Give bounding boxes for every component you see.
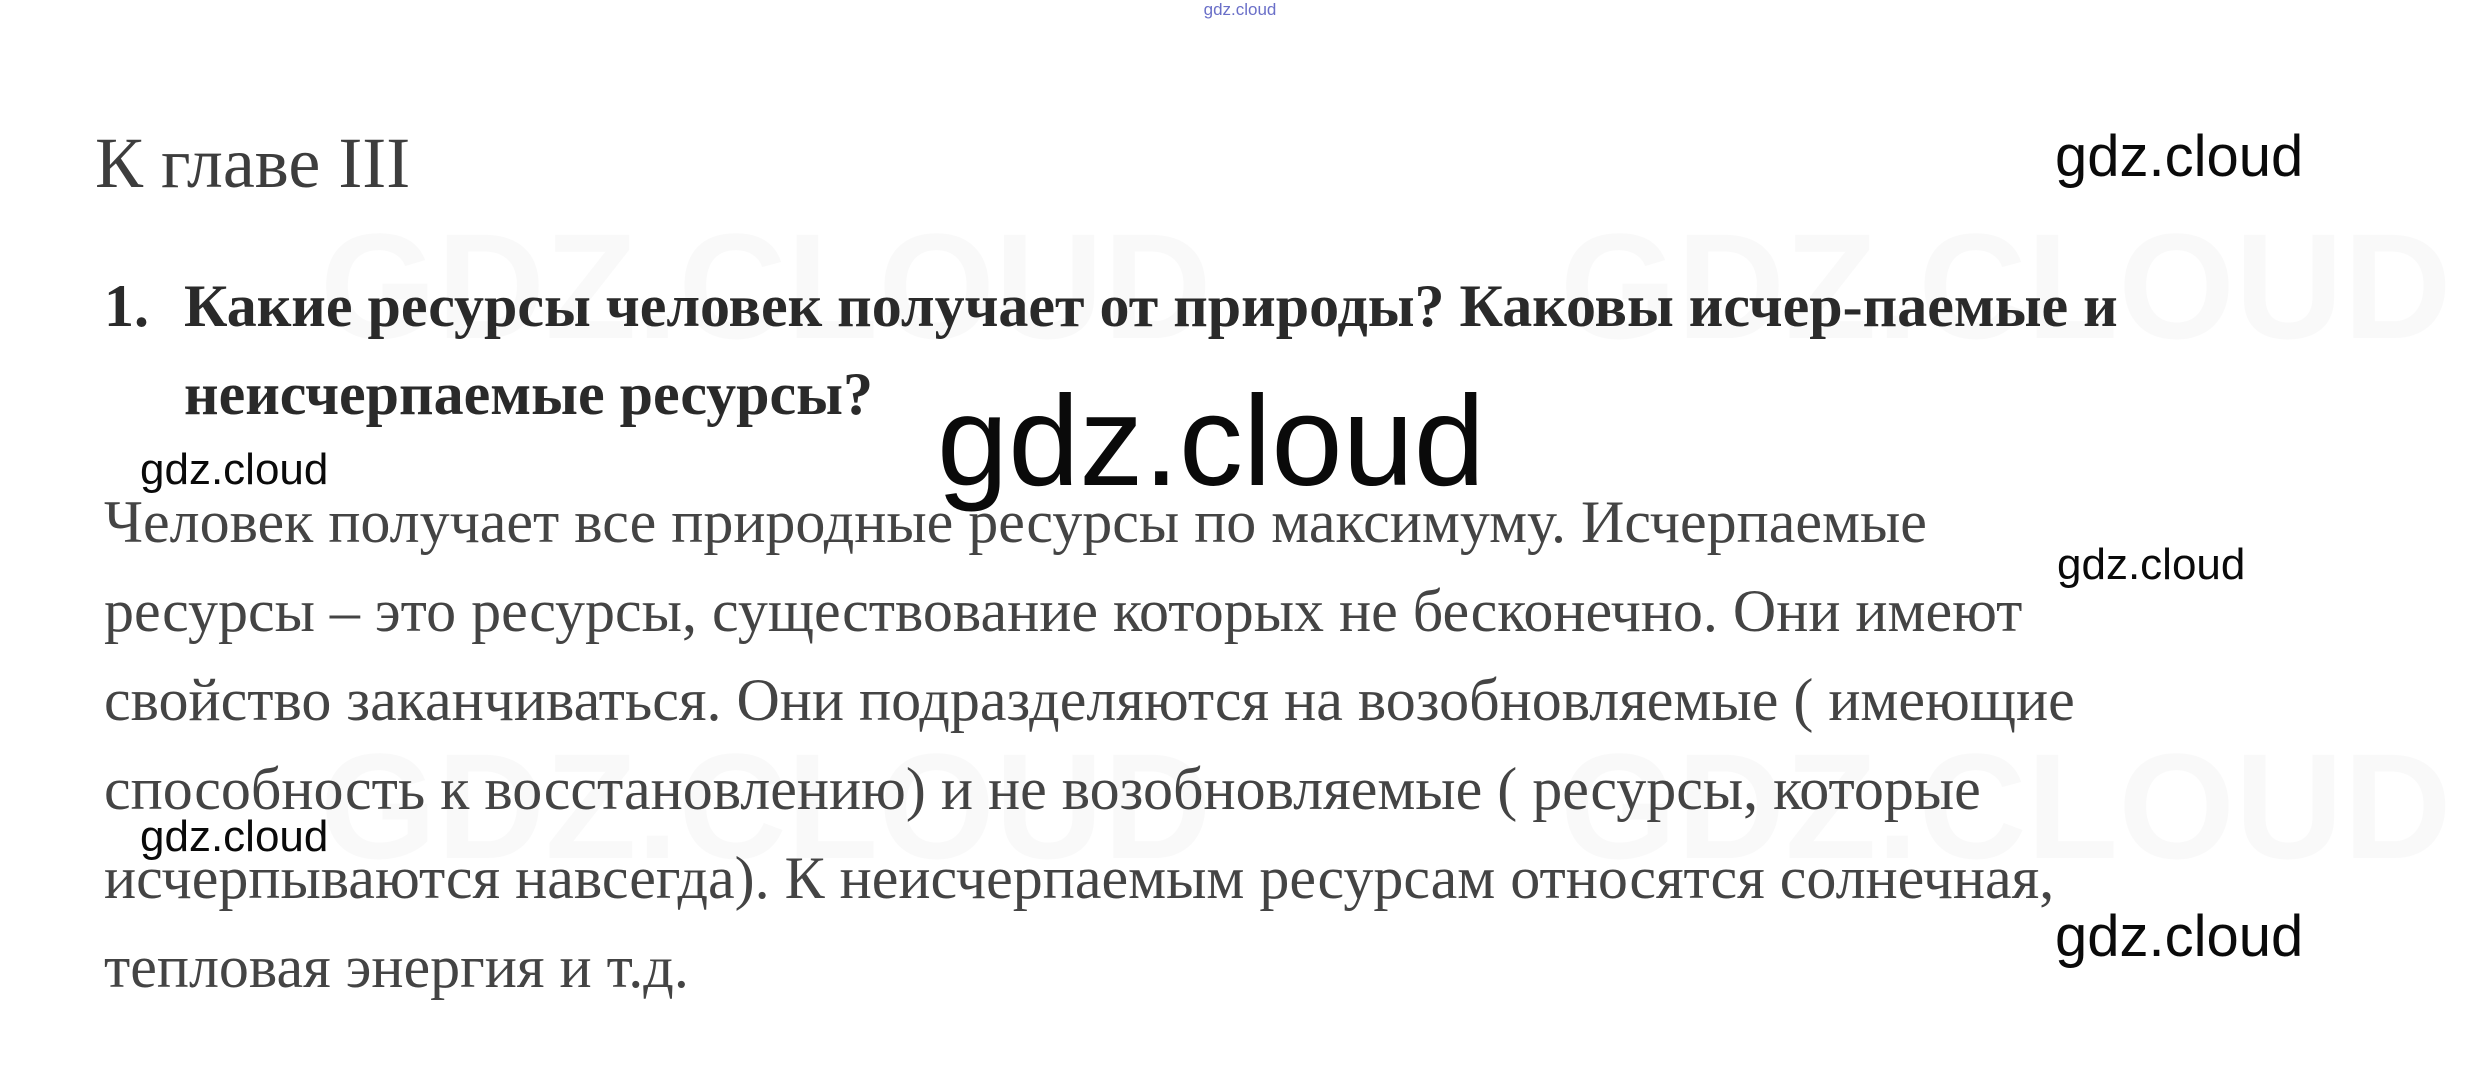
page: GDZ.CLOUD GDZ.CLOUD GDZ.CLOUD GDZ.CLOUD … — [0, 0, 2481, 1076]
answer-line: исчерпываются навсегда). К неисчерпаемым… — [104, 845, 2055, 911]
watermark-left-upper: gdz.cloud — [140, 445, 329, 494]
watermark-bottom-right: gdz.cloud — [2055, 904, 2304, 969]
top-watermark-link: gdz.cloud — [1203, 0, 1277, 19]
watermark-top-right: gdz.cloud — [2055, 124, 2304, 189]
answer-line: способность к восстановлению) и не возоб… — [104, 756, 1981, 822]
watermark-right-middle: gdz.cloud — [2057, 540, 2246, 589]
answer-text: Человек получает все природные ресурсы п… — [104, 478, 2384, 1012]
watermark-left-lower: gdz.cloud — [140, 812, 329, 861]
answer-line: свойство заканчиваться. Они подразделяют… — [104, 667, 2075, 733]
chapter-heading: К главе III — [95, 123, 411, 203]
answer-line: ресурсы – это ресурсы, существование кот… — [104, 578, 2023, 644]
watermark-center-large: gdz.cloud — [937, 370, 1485, 513]
question-number: 1. — [104, 273, 149, 339]
answer-line: тепловая энергия и т.д. — [104, 934, 689, 1000]
